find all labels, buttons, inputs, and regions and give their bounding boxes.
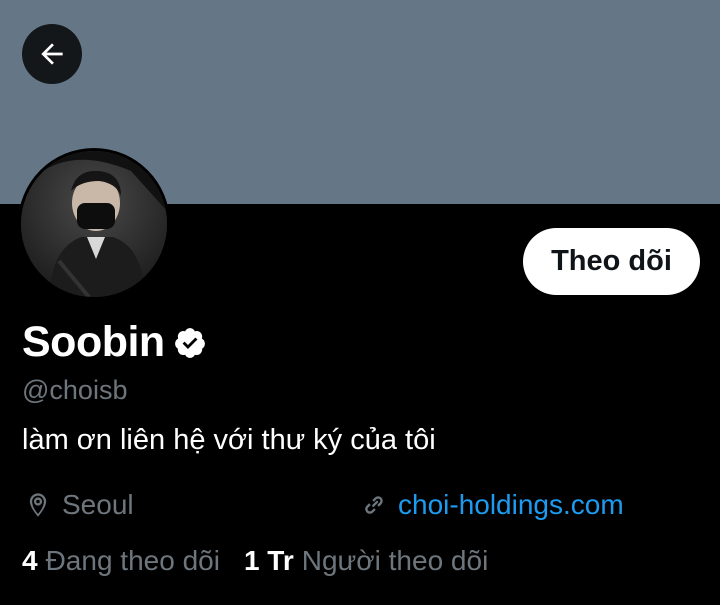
following-stat[interactable]: 4 Đang theo dõi <box>22 545 220 577</box>
display-name: Soobin <box>22 318 165 366</box>
website-link[interactable]: choi-holdings.com <box>398 489 624 521</box>
location-pin-icon <box>24 491 52 519</box>
follow-button[interactable]: Theo dõi <box>523 228 700 295</box>
profile-avatar[interactable] <box>18 148 170 300</box>
location-text: Seoul <box>62 489 134 520</box>
profile-handle: @choisb <box>22 375 128 405</box>
profile-bio: làm ơn liên hệ với thư ký của tôi <box>22 424 436 456</box>
arrow-left-icon <box>36 38 68 70</box>
location-item: Seoul <box>24 486 134 524</box>
link-icon <box>360 491 388 519</box>
website-item[interactable]: choi-holdings.com <box>360 486 624 524</box>
following-label: Đang theo dõi <box>45 545 220 576</box>
name-row: Soobin <box>22 318 207 367</box>
verified-badge-icon <box>173 326 207 360</box>
profile-page: Theo dõi Soobin @choisb làm ơn liên hệ v… <box>0 0 720 605</box>
followers-stat[interactable]: 1 Tr Người theo dõi <box>244 545 488 577</box>
followers-label: Người theo dõi <box>301 545 489 576</box>
following-count: 4 <box>22 545 38 576</box>
profile-stats: 4 Đang theo dõi 1 Tr Người theo dõi <box>22 545 512 577</box>
back-button[interactable] <box>22 24 82 84</box>
followers-count: 1 Tr <box>243 545 294 576</box>
avatar-image <box>21 151 167 297</box>
profile-meta: Seoul choi-holdings.com <box>22 486 682 524</box>
